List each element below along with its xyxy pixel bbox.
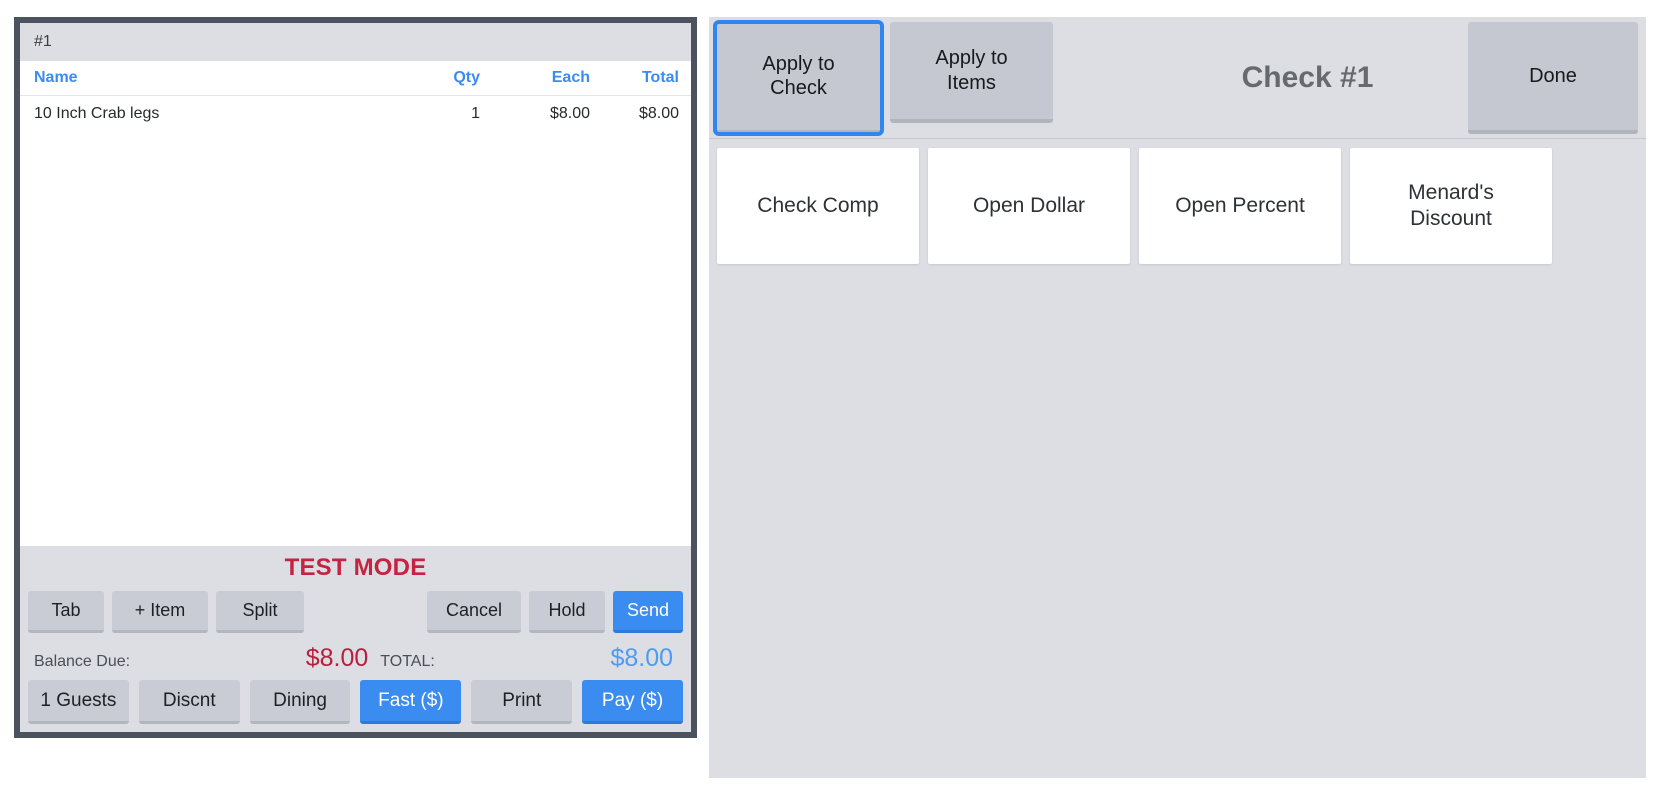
dining-button[interactable]: Dining (249, 680, 351, 724)
discount-tile-check-comp[interactable]: Check Comp (717, 148, 919, 264)
discount-tile-menards-discount[interactable]: Menard's Discount (1350, 148, 1552, 264)
discount-toolbar: Apply to Check Apply to Items Check #1 D… (709, 17, 1646, 139)
totals-row: Balance Due: $8.00 TOTAL: $8.00 (20, 636, 691, 680)
column-header-each[interactable]: Each (480, 69, 590, 87)
ticket-action-row-top: Tab + Item Split Cancel Hold Send (20, 588, 691, 636)
apply-to-items-button[interactable]: Apply to Items (890, 22, 1053, 123)
discount-panel: Apply to Check Apply to Items Check #1 D… (709, 17, 1646, 778)
order-ticket-panel: #1 Name Qty Each Total 10 Inch Crab legs… (14, 17, 697, 738)
total-label: TOTAL: (380, 653, 435, 670)
balance-due-value: $8.00 (305, 644, 369, 672)
send-button[interactable]: Send (613, 591, 683, 633)
print-button[interactable]: Print (471, 680, 573, 724)
add-item-button[interactable]: + Item (112, 591, 208, 633)
apply-to-check-button[interactable]: Apply to Check (713, 20, 884, 136)
guests-button[interactable]: 1 Guests (28, 680, 129, 724)
ticket-tab-label[interactable]: #1 (34, 33, 52, 51)
discount-tiles-area: Check Comp Open Dollar Open Percent Mena… (709, 139, 1646, 778)
discount-tile-open-dollar[interactable]: Open Dollar (928, 148, 1130, 264)
item-each: $8.00 (549, 105, 590, 122)
pay-button[interactable]: Pay ($) (582, 680, 683, 724)
fast-pay-button[interactable]: Fast ($) (360, 680, 462, 724)
order-ticket-inner: #1 Name Qty Each Total 10 Inch Crab legs… (20, 23, 691, 732)
item-total: $8.00 (638, 105, 679, 122)
test-mode-banner: TEST MODE (284, 554, 427, 581)
done-button[interactable]: Done (1468, 22, 1638, 134)
ticket-footer: TEST MODE Tab + Item Split Cancel Hold S… (20, 546, 691, 732)
column-header-name[interactable]: Name (20, 69, 370, 87)
items-list[interactable]: 10 Inch Crab legs 1 $8.00 $8.00 (20, 96, 691, 546)
balance-due-label: Balance Due: (34, 653, 131, 670)
discount-tiles-grid: Check Comp Open Dollar Open Percent Mena… (717, 148, 1638, 264)
table-row[interactable]: 10 Inch Crab legs 1 $8.00 $8.00 (20, 96, 691, 132)
ticket-action-row-bottom: 1 Guests Discnt Dining Fast ($) Print Pa… (20, 680, 691, 732)
discount-tile-open-percent[interactable]: Open Percent (1139, 148, 1341, 264)
cancel-button[interactable]: Cancel (427, 591, 521, 633)
hold-button[interactable]: Hold (529, 591, 605, 633)
item-qty: 1 (471, 105, 480, 122)
column-header-qty[interactable]: Qty (370, 69, 480, 87)
items-table-header: Name Qty Each Total (20, 61, 691, 96)
total-value: $8.00 (610, 644, 673, 672)
ticket-tab-bar: #1 (20, 23, 691, 61)
tab-button[interactable]: Tab (28, 591, 104, 633)
pos-screen: #1 Name Qty Each Total 10 Inch Crab legs… (0, 0, 1660, 796)
item-name: 10 Inch Crab legs (34, 105, 160, 122)
discount-button[interactable]: Discnt (138, 680, 240, 724)
column-header-total[interactable]: Total (590, 69, 687, 87)
split-button[interactable]: Split (216, 591, 304, 633)
